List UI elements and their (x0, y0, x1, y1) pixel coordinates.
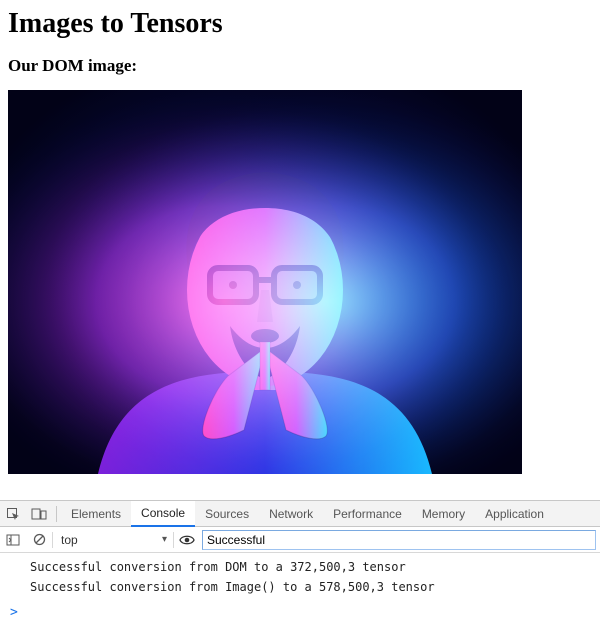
tab-sources[interactable]: Sources (195, 501, 259, 527)
tab-network[interactable]: Network (259, 501, 323, 527)
console-prompt[interactable]: > (0, 603, 600, 624)
devtools-panel: Elements Console Sources Network Perform… (0, 500, 600, 624)
devtools-tab-bar: Elements Console Sources Network Perform… (0, 501, 600, 527)
tab-application[interactable]: Application (475, 501, 554, 527)
console-filter-input[interactable] (202, 530, 596, 550)
chevron-down-icon: ▾ (162, 534, 167, 545)
dom-image (8, 90, 522, 474)
separator (56, 506, 57, 522)
inspect-icon[interactable] (0, 507, 26, 521)
tab-performance[interactable]: Performance (323, 501, 412, 527)
console-toolbar: top ▾ (0, 527, 600, 553)
console-sidebar-toggle-icon[interactable] (0, 534, 26, 546)
execution-context-selector[interactable]: top ▾ (53, 533, 173, 547)
eye-icon[interactable] (174, 534, 200, 546)
log-line: Successful conversion from DOM to a 372,… (0, 557, 600, 577)
tab-memory[interactable]: Memory (412, 501, 475, 527)
context-label: top (53, 533, 84, 547)
log-line: Successful conversion from Image() to a … (0, 577, 600, 597)
clear-console-icon[interactable] (26, 533, 52, 546)
page-title: Images to Tensors (8, 8, 592, 40)
tab-console[interactable]: Console (131, 501, 195, 527)
page-subtitle: Our DOM image: (8, 56, 592, 76)
device-toolbar-icon[interactable] (26, 507, 52, 521)
console-log: Successful conversion from DOM to a 372,… (0, 553, 600, 603)
tab-elements[interactable]: Elements (61, 501, 131, 527)
